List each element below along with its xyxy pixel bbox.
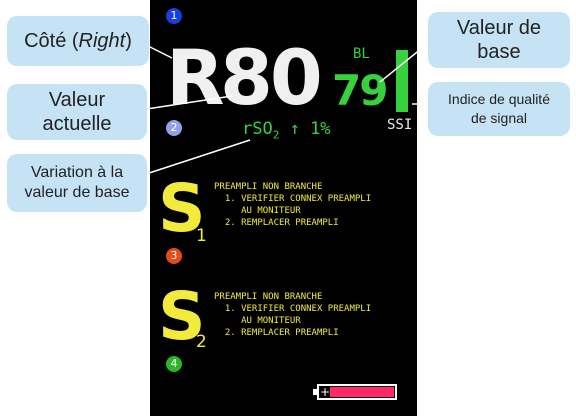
baseline-value: 79 [332,66,388,115]
sensor-2-subscript: 2 [196,332,207,352]
callout-side-close: ) [125,29,132,52]
rso2-prefix: rSO [242,119,273,139]
rso2-change-value: ↑ 1% [289,119,331,139]
callout-side-prefix: Côté ( [24,29,79,52]
signal-quality-bar [396,50,408,112]
channel-1-indicator: 1 [166,8,182,24]
rso2-subscript: 2 [272,128,280,142]
ssi-label: SSI [387,117,413,133]
battery-plus-icon: + [320,385,331,399]
callout-side: Côté (Right) [7,16,149,66]
cerebral-oximeter-screen: 1 2 3 4 R 80 BL 79 SSI rSO2 ↑ 1% S 1 PRE… [150,0,417,416]
battery-tip [313,389,317,395]
signal-quality-fill [398,52,406,110]
side-letter: R [166,33,225,122]
channel-2-indicator: 2 [166,120,182,136]
channel-4-indicator: 4 [166,356,182,372]
current-value: 80 [220,33,323,122]
sensor-1-subscript: 1 [196,226,207,246]
sensor-2-alert-message: PREAMPLI NON BRANCHE 1. VERIFIER CONNEX … [214,292,372,338]
battery-indicator: + [313,384,397,400]
callout-baseline-change: Variation à la valeur de base [7,154,147,212]
channel-3-indicator: 3 [166,248,182,264]
callout-side-right: Right [78,29,126,52]
sensor-1-alert-message: PREAMPLI NON BRANCHE 1. VERIFIER CONNEX … [214,182,372,228]
baseline-marker: BL [353,46,370,62]
callout-signal-quality: Indice de qualité de signal [428,82,570,136]
callout-baseline-value: Valeur de base [428,12,570,68]
rso2-change: rSO2 ↑ 1% [242,119,331,141]
battery-level-fill [330,387,394,397]
callout-current-value: Valeur actuelle [7,84,147,140]
